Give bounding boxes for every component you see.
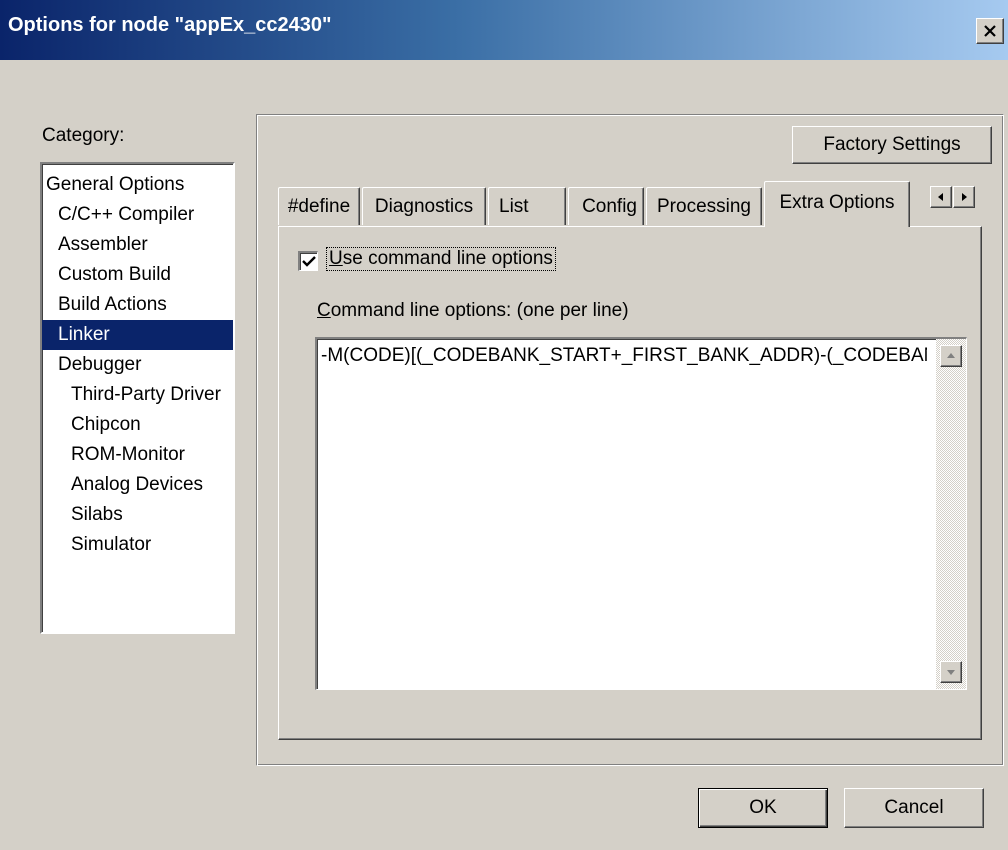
checkmark-icon [301,255,316,267]
scroll-down-button[interactable] [940,661,962,683]
arrow-left-icon [938,193,943,201]
command-line-options-mnemonic: C [317,300,331,321]
tab-diagnostics[interactable]: Diagnostics [362,187,486,225]
category-item-simulator[interactable]: Simulator [42,530,233,560]
category-list[interactable]: General Options C/C++ Compiler Assembler… [40,162,235,634]
factory-settings-button[interactable]: Factory Settings [792,126,992,164]
vertical-scrollbar[interactable] [936,339,966,689]
tab-scroll-right-button[interactable] [953,186,975,208]
tab-extra-options[interactable]: Extra Options [764,181,910,227]
title-bar: Options for node "appEx_cc2430" [0,0,1008,60]
arrow-up-icon [947,353,955,358]
category-item-analog-devices[interactable]: Analog Devices [42,470,233,500]
ok-button[interactable]: OK [698,788,828,828]
tab-config[interactable]: Config [568,187,644,225]
tab-define[interactable]: #define [278,187,360,225]
tab-list[interactable]: List [488,187,566,225]
command-line-options-text-value: -M(CODE)[(_CODEBANK_START+_FIRST_BANK_AD… [321,345,927,366]
category-item-assembler[interactable]: Assembler [42,230,233,260]
category-item-general-options[interactable]: General Options [42,170,233,200]
options-dialog: Options for node "appEx_cc2430" Category… [0,0,1008,850]
category-item-debugger[interactable]: Debugger [42,350,233,380]
use-command-line-options-mnemonic: U [329,248,343,269]
close-icon [984,25,996,37]
cancel-button[interactable]: Cancel [844,788,984,828]
tab-processing[interactable]: Processing [646,187,762,225]
category-item-linker[interactable]: Linker [42,320,233,350]
command-line-options-label: Command line options: (one per line) [317,300,629,322]
use-command-line-options-text: se command line options [342,248,553,269]
category-item-rom-monitor[interactable]: ROM-Monitor [42,440,233,470]
category-item-chipcon[interactable]: Chipcon [42,410,233,440]
arrow-down-icon [947,670,955,675]
use-command-line-options-checkbox[interactable] [298,251,318,271]
tab-scroll-left-button[interactable] [930,186,952,208]
category-item-silabs[interactable]: Silabs [42,500,233,530]
category-item-build-actions[interactable]: Build Actions [42,290,233,320]
command-line-options-textarea[interactable]: -M(CODE)[(_CODEBANK_START+_FIRST_BANK_AD… [315,337,967,690]
window-title: Options for node "appEx_cc2430" [8,14,332,36]
close-button[interactable] [976,18,1004,44]
category-item-third-party-driver[interactable]: Third-Party Driver [42,380,233,410]
command-line-options-text: ommand line options: (one per line) [330,300,629,321]
category-item-c-cpp-compiler[interactable]: C/C++ Compiler [42,200,233,230]
arrow-right-icon [962,193,967,201]
category-label: Category: [42,125,125,146]
category-item-custom-build[interactable]: Custom Build [42,260,233,290]
use-command-line-options-label[interactable]: Use command line options [326,247,556,271]
scroll-up-button[interactable] [940,345,962,367]
